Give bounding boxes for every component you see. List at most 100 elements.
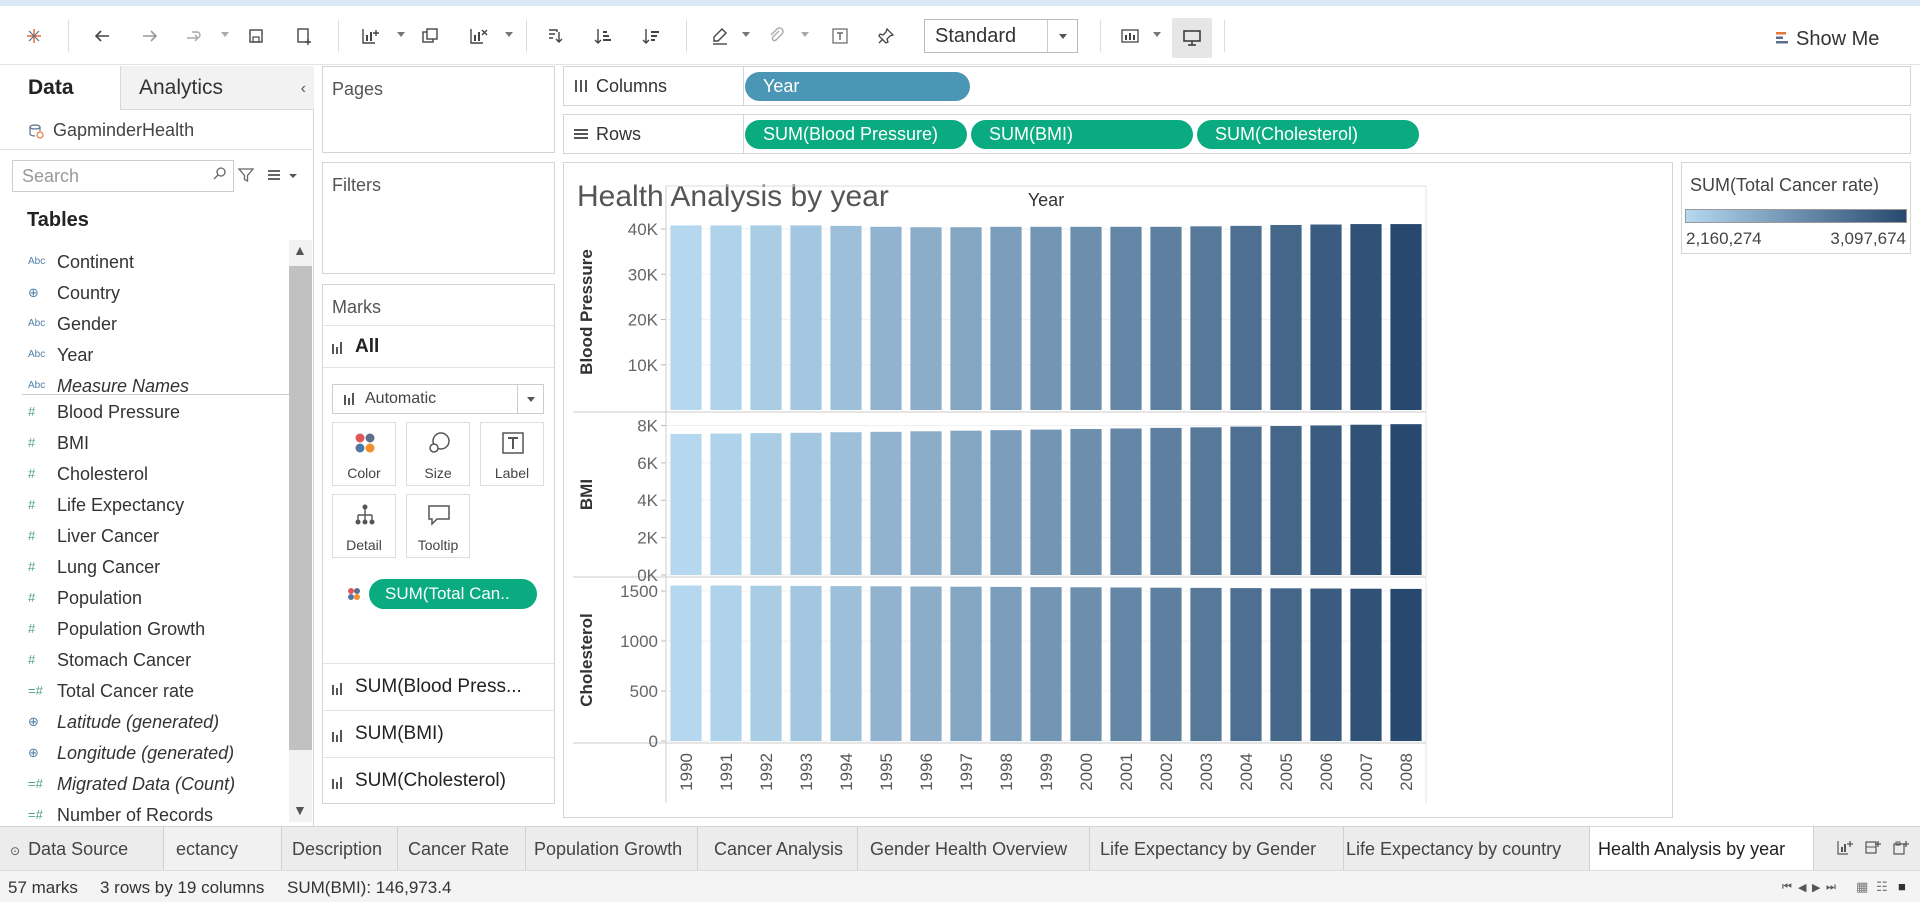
show-mark-labels-icon[interactable] (826, 22, 854, 50)
new-worksheet-tab-icon[interactable] (1836, 839, 1854, 862)
detail-button[interactable]: Detail (332, 494, 396, 558)
scroll-up-icon[interactable]: ▲ (293, 242, 307, 258)
field-item[interactable]: # Blood Pressure (0, 397, 290, 428)
field-item[interactable]: # Population Growth (0, 614, 290, 645)
tables-heading: Tables (27, 209, 89, 231)
calculated-measure-icon: =# (28, 807, 43, 822)
sheet-tab[interactable]: Cancer Rate (398, 827, 526, 870)
marks-row-bmi[interactable]: SUM(BMI) (323, 710, 554, 757)
new-datasource-icon[interactable] (290, 22, 318, 50)
field-item[interactable]: # Population (0, 583, 290, 614)
tab-view-icon[interactable]: ☷ (1876, 879, 1888, 895)
rows-shelf[interactable]: Rows SUM(Blood Pressure) SUM(BMI) SUM(Ch… (563, 114, 1911, 154)
view-options-icon[interactable] (266, 166, 298, 189)
field-item[interactable]: Abc Continent (0, 247, 290, 278)
undo-icon[interactable] (88, 22, 116, 50)
sheet-sorter-icon[interactable]: ■ (1898, 879, 1906, 894)
field-item[interactable]: =# Migrated Data (Count) (0, 769, 290, 800)
field-item[interactable]: # Lung Cancer (0, 552, 290, 583)
sheet-nav-last-icon[interactable]: ⏭ (1826, 881, 1836, 894)
label-button[interactable]: Label (480, 422, 544, 486)
sheet-tab-active[interactable]: Health Analysis by year (1590, 827, 1814, 870)
y-tick-label: 2K (637, 529, 658, 548)
sheet-tab[interactable]: Cancer Analysis (698, 827, 858, 870)
cholesterol-pill[interactable]: SUM(Cholesterol) (1197, 120, 1419, 149)
field-item[interactable]: # BMI (0, 428, 290, 459)
duplicate-icon[interactable] (416, 22, 444, 50)
view-size-select[interactable]: Standard (924, 19, 1078, 53)
columns-shelf[interactable]: Columns Year (563, 66, 1911, 106)
field-item[interactable]: # Life Expectancy (0, 490, 290, 521)
tooltip-button[interactable]: Tooltip (406, 494, 470, 558)
replay-icon[interactable] (180, 22, 208, 50)
sheet-tab[interactable]: Population Growth (526, 827, 698, 870)
marks-row-blood-pressure[interactable]: SUM(Blood Press... (323, 663, 554, 710)
search-icon[interactable] (212, 166, 232, 186)
save-icon[interactable] (242, 22, 270, 50)
y-tick-label: 0 (649, 732, 658, 751)
bmi-pill[interactable]: SUM(BMI) (971, 120, 1193, 149)
highlight-icon[interactable] (706, 22, 734, 50)
field-item[interactable]: Abc Year (0, 340, 290, 371)
sheet-nav-next-icon[interactable]: ▶ (1812, 881, 1820, 894)
show-cards-icon[interactable] (1116, 22, 1144, 50)
presentation-mode-button[interactable] (1172, 18, 1212, 58)
scrollbar-thumb[interactable] (289, 266, 312, 750)
sheet-nav-prev-icon[interactable]: ◀ (1798, 881, 1806, 894)
scroll-down-icon[interactable]: ▼ (293, 802, 307, 818)
new-dashboard-icon[interactable] (1864, 839, 1882, 862)
sheet-tab[interactable]: ectancy (164, 827, 282, 870)
color-button[interactable]: Color (332, 422, 396, 486)
pages-card[interactable]: Pages (322, 66, 555, 153)
mark-type-select[interactable]: Automatic (332, 384, 544, 414)
rows-icon (574, 129, 588, 139)
color-field-pill[interactable]: SUM(Total Can.. (369, 579, 537, 609)
sort-descending-icon[interactable] (637, 22, 665, 50)
collapse-pane-icon[interactable]: ‹ (301, 80, 306, 98)
blood-pressure-pill[interactable]: SUM(Blood Pressure) (745, 120, 967, 149)
sheet-tab[interactable]: Gender Health Overview (858, 827, 1090, 870)
tab-analytics[interactable]: Analytics ‹ (120, 66, 314, 110)
filter-icon[interactable] (237, 166, 255, 189)
field-item[interactable]: # Liver Cancer (0, 521, 290, 552)
year-pill[interactable]: Year (745, 72, 970, 101)
redo-icon[interactable] (136, 22, 164, 50)
new-worksheet-icon[interactable] (356, 22, 384, 50)
swap-rows-columns-icon[interactable] (541, 22, 569, 50)
filmstrip-view-icon[interactable]: ▦ (1856, 879, 1868, 895)
field-item[interactable]: ⊕ Longitude (generated) (0, 738, 290, 769)
bar-chart[interactable]: YearBlood Pressure 10K20K30K40KBMI0K2K4K6… (563, 162, 1673, 818)
show-me-button[interactable]: Show Me (1776, 28, 1879, 51)
color-legend[interactable]: SUM(Total Cancer rate) 2,160,274 3,097,6… (1681, 162, 1911, 254)
marks-row-label: SUM(BMI) (355, 723, 444, 744)
field-item[interactable]: =# Total Cancer rate (0, 676, 290, 707)
bar-mark-icon (332, 342, 342, 354)
filters-card[interactable]: Filters (322, 162, 555, 274)
marks-all-row[interactable]: All (323, 325, 554, 368)
clear-sheet-icon[interactable] (464, 22, 492, 50)
data-source-tab[interactable]: ⊙ Data Source (0, 827, 164, 870)
marks-row-cholesterol[interactable]: SUM(Cholesterol) (323, 757, 554, 804)
sort-ascending-icon[interactable] (589, 22, 617, 50)
sheet-tab[interactable]: Life Expectancy by Gender (1090, 827, 1344, 870)
field-name: Country (57, 283, 121, 303)
size-button[interactable]: Size (406, 422, 470, 486)
field-item[interactable]: Abc Gender (0, 309, 290, 340)
tableau-logo-icon[interactable] (20, 22, 48, 50)
pin-icon[interactable] (872, 22, 900, 50)
y-tick-label: 1000 (620, 632, 658, 651)
calculated-measure-icon: =# (28, 776, 43, 791)
search-input[interactable]: Search (12, 160, 234, 192)
bar-mark (950, 227, 982, 410)
field-item[interactable]: # Stomach Cancer (0, 645, 290, 676)
sheet-tab[interactable]: Life Expectancy by country (1344, 827, 1590, 870)
sheet-nav-first-icon[interactable]: ⏮ (1782, 881, 1792, 894)
datasource-row[interactable]: GapminderHealth (0, 110, 314, 150)
tab-data[interactable]: Data (0, 66, 120, 110)
field-item[interactable]: ⊕ Country (0, 278, 290, 309)
sheet-tab[interactable]: Description (282, 827, 398, 870)
new-story-icon[interactable] (1892, 839, 1910, 862)
group-members-icon[interactable] (762, 22, 790, 50)
field-item[interactable]: # Cholesterol (0, 459, 290, 490)
field-item[interactable]: ⊕ Latitude (generated) (0, 707, 290, 738)
